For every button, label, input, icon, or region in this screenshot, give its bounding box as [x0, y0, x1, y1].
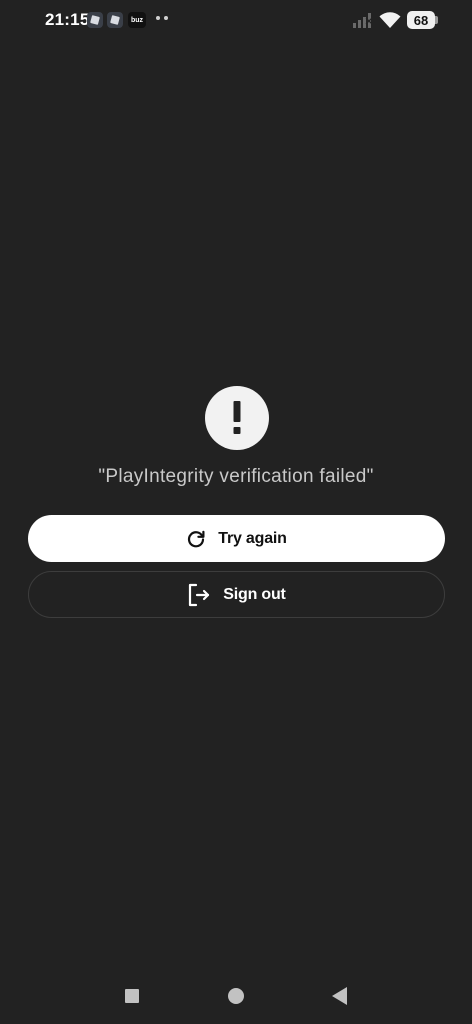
- system-nav-bar: [0, 975, 472, 1015]
- battery-tip: [435, 16, 438, 24]
- try-again-label: Try again: [218, 529, 287, 547]
- exclamation-icon: [205, 386, 269, 450]
- refresh-icon: [188, 530, 205, 547]
- status-bar: 21:15 buz 68: [0, 0, 472, 40]
- sign-out-label: Sign out: [223, 585, 286, 603]
- battery-icon: 68: [407, 11, 435, 29]
- try-again-button[interactable]: Try again: [28, 515, 445, 562]
- exclamation-glyph: [233, 401, 241, 434]
- sign-out-icon: [189, 583, 210, 606]
- sign-out-button[interactable]: Sign out: [28, 571, 445, 618]
- back-triangle-icon[interactable]: [332, 987, 347, 1005]
- buzz-notification-icon: buz: [128, 12, 146, 28]
- app-screen: 21:15 buz 68 "PlayIntegrity verification…: [0, 0, 472, 1024]
- more-notifications-icon: [156, 16, 168, 20]
- error-message: "PlayIntegrity verification failed": [98, 466, 374, 487]
- roblox-notification-icon: [87, 12, 103, 28]
- status-time: 21:15: [45, 10, 90, 29]
- roblox-notification-icon: [107, 12, 123, 28]
- home-circle-icon[interactable]: [228, 988, 244, 1004]
- recents-square-icon[interactable]: [125, 989, 139, 1003]
- wifi-icon: [379, 12, 401, 28]
- cellular-signal-icon: [353, 13, 373, 28]
